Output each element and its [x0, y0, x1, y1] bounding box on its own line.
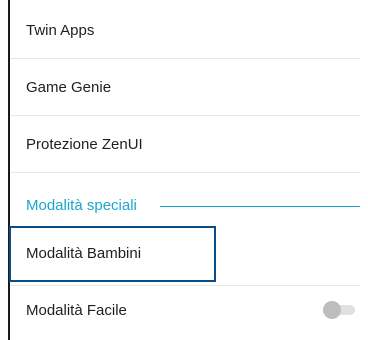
section-header-special-modes: Modalità speciali [26, 197, 137, 214]
setting-zenui-protection[interactable]: Protezione ZenUI [26, 136, 143, 153]
section-header-line [160, 206, 360, 207]
settings-screen: Twin Apps Game Genie Protezione ZenUI Mo… [0, 0, 368, 340]
setting-kids-mode[interactable]: Modalità Bambini [26, 245, 141, 262]
left-edge-border [8, 0, 10, 340]
toggle-thumb [323, 301, 341, 319]
divider [10, 115, 360, 116]
divider [10, 172, 360, 173]
divider [10, 285, 360, 286]
setting-game-genie[interactable]: Game Genie [26, 79, 111, 96]
divider [10, 58, 360, 59]
setting-easy-mode[interactable]: Modalità Facile [26, 302, 127, 319]
easy-mode-toggle[interactable] [323, 301, 356, 319]
setting-twin-apps[interactable]: Twin Apps [26, 22, 94, 39]
